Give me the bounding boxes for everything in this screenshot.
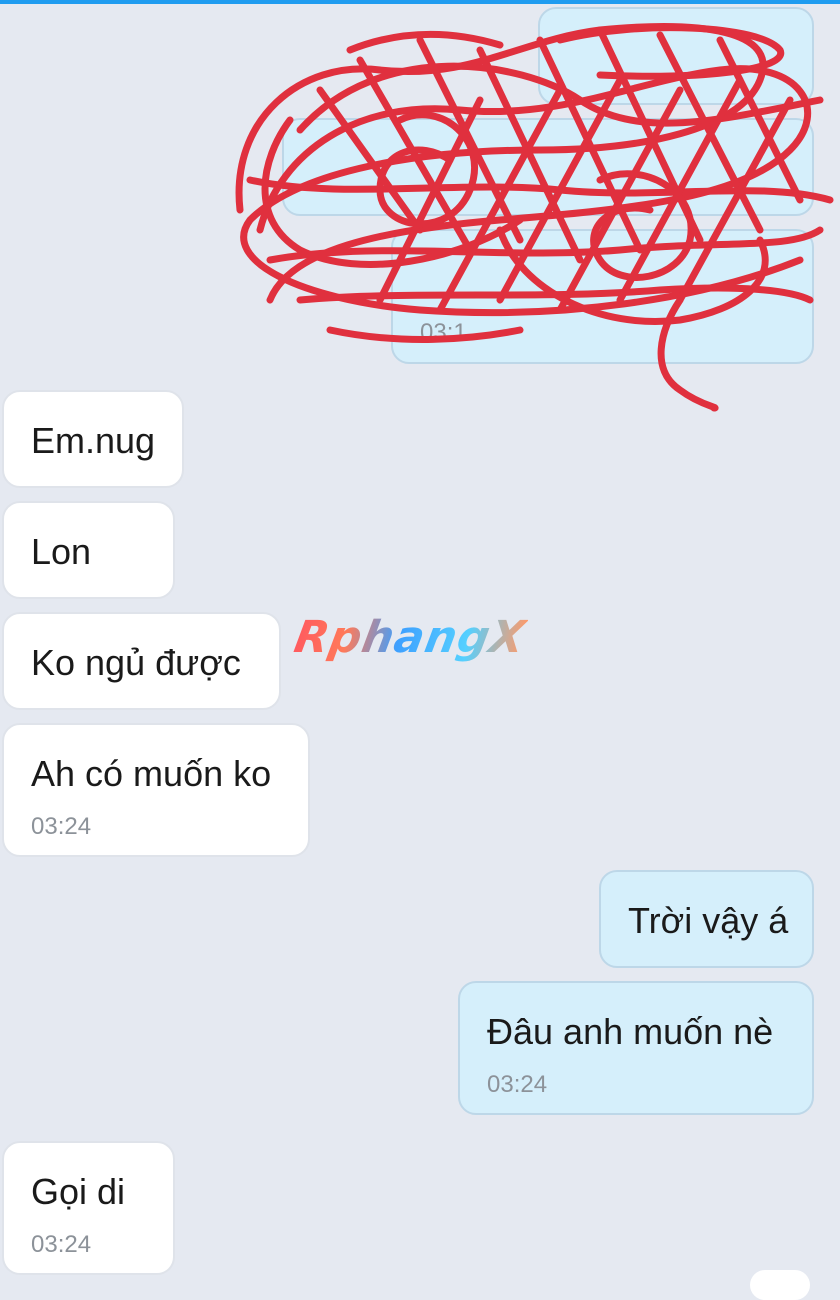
watermark-logo: RphangX <box>290 612 530 663</box>
message-time: 03:24 <box>487 1071 548 1098</box>
message-bubble-incoming[interactable]: Ah có muốn ko 03:24 <box>2 723 310 857</box>
message-text: Đâu anh muốn nè <box>487 1011 774 1052</box>
message-bubble-outgoing-censored[interactable]: 03:1 <box>391 229 814 364</box>
message-time: 03:24 <box>31 1231 92 1258</box>
message-bubble-outgoing[interactable]: Đâu anh muốn nè 03:24 <box>458 981 814 1115</box>
message-bubble-incoming[interactable]: Em.nug <box>2 390 184 488</box>
message-text: Trời vậy á <box>628 900 789 941</box>
message-bubble-incoming[interactable]: Gọi di 03:24 <box>2 1141 175 1275</box>
message-bubble-outgoing-censored[interactable] <box>282 118 814 216</box>
message-bubble-outgoing-censored[interactable] <box>538 7 814 105</box>
message-time: 03:24 <box>31 813 92 840</box>
message-text: Ko ngủ được <box>31 642 241 683</box>
message-text: Ah có muốn ko <box>31 753 272 794</box>
message-text: Gọi di <box>31 1171 126 1212</box>
message-bubble-outgoing[interactable]: Trời vậy á <box>599 870 814 968</box>
message-time: 03:1 <box>420 319 467 346</box>
message-text: Lon <box>31 531 92 572</box>
message-bubble-partial[interactable] <box>750 1270 810 1300</box>
message-text: Em.nug <box>31 420 156 461</box>
chat-conversation[interactable]: 03:1 Em.nug Lon Ko ngủ được Ah có muốn k… <box>0 0 840 1300</box>
message-bubble-incoming[interactable]: Lon <box>2 501 175 599</box>
message-bubble-incoming[interactable]: Ko ngủ được <box>2 612 281 710</box>
